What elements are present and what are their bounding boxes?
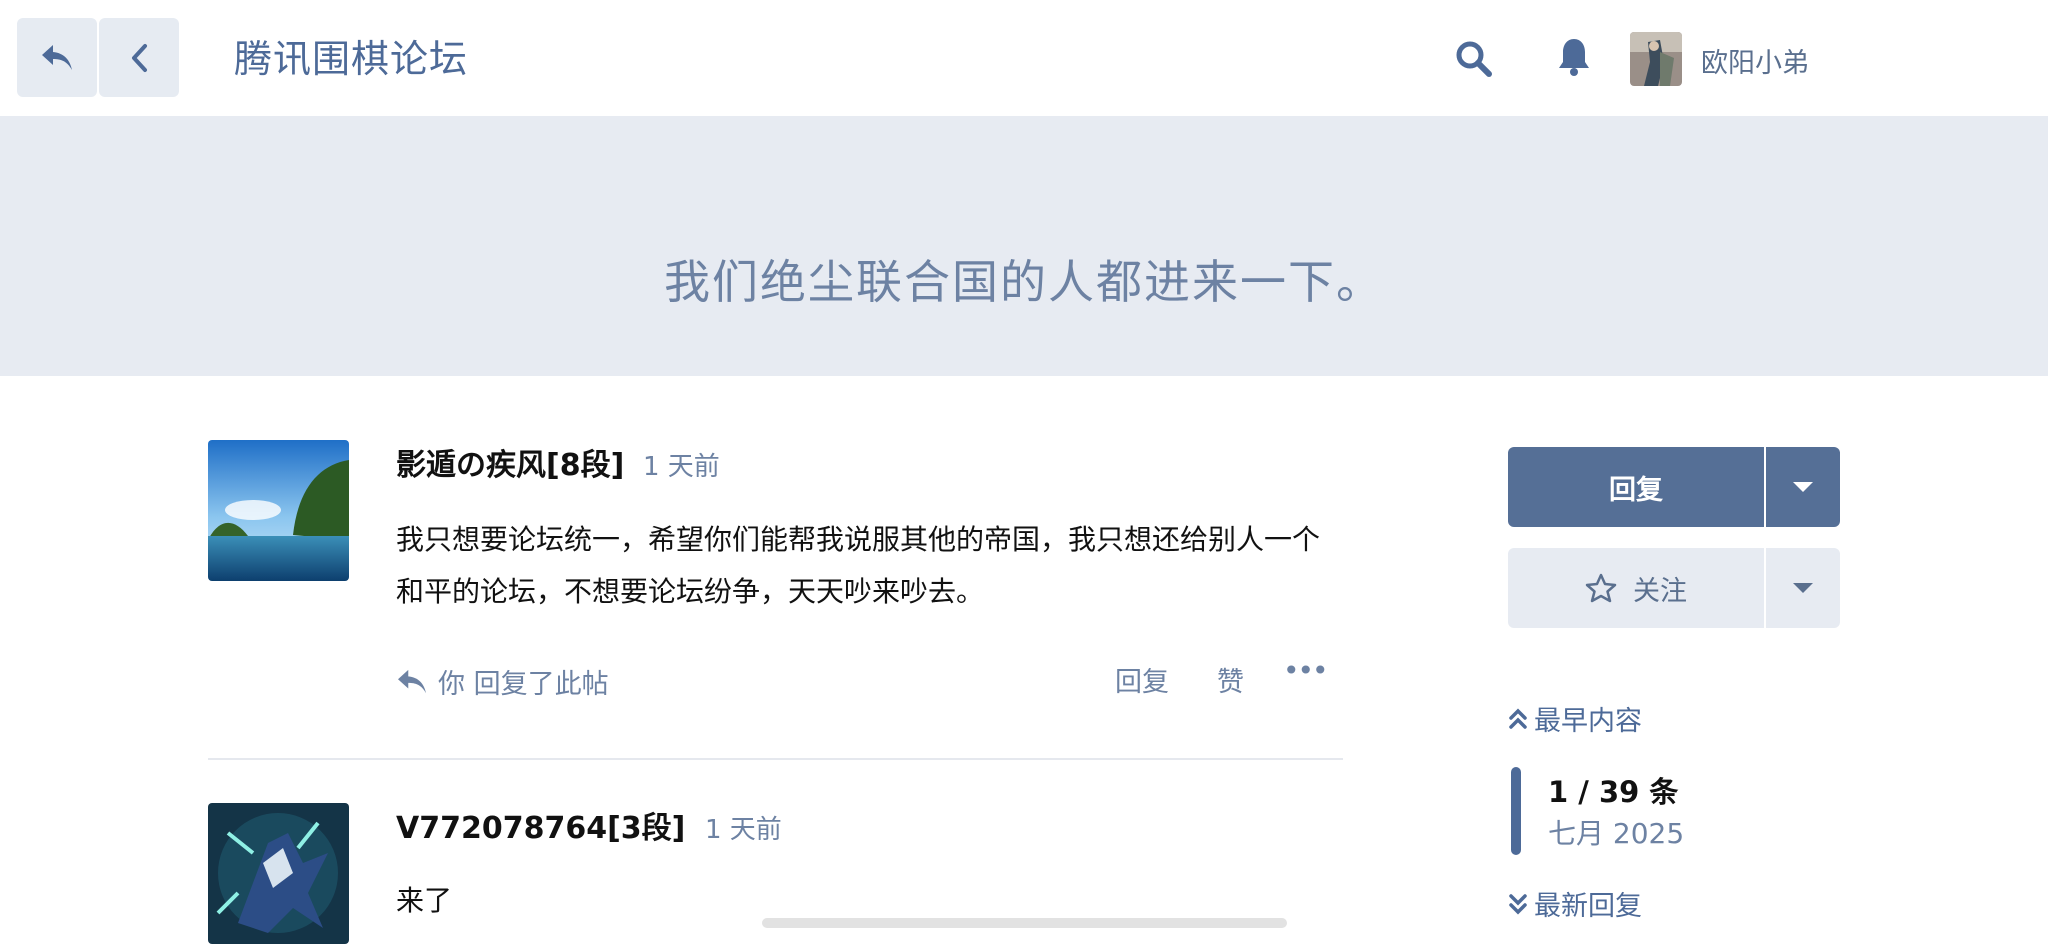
notifications-button[interactable]	[1557, 37, 1591, 77]
post-time[interactable]: 1 天前	[705, 809, 782, 846]
reply-dropdown-button[interactable]	[1766, 447, 1840, 527]
top-header: 腾讯围棋论坛 欧阳小弟	[0, 0, 2048, 116]
previous-button[interactable]	[99, 18, 179, 97]
chevron-left-icon	[132, 43, 147, 72]
username[interactable]: 欧阳小弟	[1701, 41, 1809, 80]
post-time[interactable]: 1 天前	[643, 446, 720, 483]
follow-label: 关注	[1633, 575, 1687, 607]
user-avatar[interactable]	[1630, 32, 1682, 86]
caret-down-icon	[1793, 583, 1813, 593]
reply-icon	[398, 669, 426, 693]
post-author[interactable]: V772078764[3段]	[396, 803, 685, 847]
search-icon	[1456, 41, 1492, 77]
your-reply-indicator[interactable]: 你 回复了此帖	[396, 662, 609, 701]
caret-down-icon	[1793, 482, 1813, 492]
more-options-button[interactable]: •••	[1283, 654, 1329, 687]
reply-info-text: 你 回复了此帖	[438, 669, 609, 700]
follow-dropdown-button[interactable]	[1766, 548, 1840, 628]
topic-title: 我们绝尘联合国的人都进来一下。	[664, 255, 1384, 309]
timeline-scrubber[interactable]	[1511, 767, 1521, 855]
star-icon	[1585, 573, 1617, 603]
timeline-month: 七月 2025	[1548, 817, 1685, 850]
back-button[interactable]	[17, 18, 97, 97]
horizontal-scrollbar[interactable]	[762, 918, 1287, 928]
reply-button[interactable]: 回复	[1115, 660, 1169, 699]
reply-topic-button[interactable]: 回复	[1508, 447, 1764, 527]
earliest-label: 最早内容	[1534, 706, 1642, 737]
post-counter: 1 / 39 条	[1548, 775, 1679, 809]
reply-back-icon	[42, 44, 72, 70]
avatar[interactable]	[208, 440, 349, 581]
post-item: 影遁の疾风[8段] 1 天前 我只想要论坛统一，希望你们能帮我说服其他的帝国，我…	[208, 440, 1343, 760]
jump-latest-link[interactable]: 最新回复	[1508, 884, 1642, 923]
bell-icon	[1559, 39, 1589, 76]
post-author[interactable]: 影遁の疾风[8段]	[396, 440, 624, 484]
site-title[interactable]: 腾讯围棋论坛	[234, 28, 468, 83]
double-chevron-down-icon	[1509, 893, 1527, 914]
avatar[interactable]	[208, 803, 349, 944]
jump-earliest-link[interactable]: 最早内容	[1508, 699, 1642, 738]
like-button[interactable]: 赞	[1217, 660, 1244, 699]
post-body: 我只想要论坛统一，希望你们能帮我说服其他的帝国，我只想还给别人一个和平的论坛，不…	[396, 523, 1321, 608]
double-chevron-up-icon	[1509, 708, 1527, 729]
follow-button[interactable]: 关注	[1508, 548, 1764, 628]
topic-banner: 我们绝尘联合国的人都进来一下。	[0, 116, 2048, 376]
search-button[interactable]	[1455, 40, 1493, 78]
latest-label: 最新回复	[1534, 891, 1642, 922]
